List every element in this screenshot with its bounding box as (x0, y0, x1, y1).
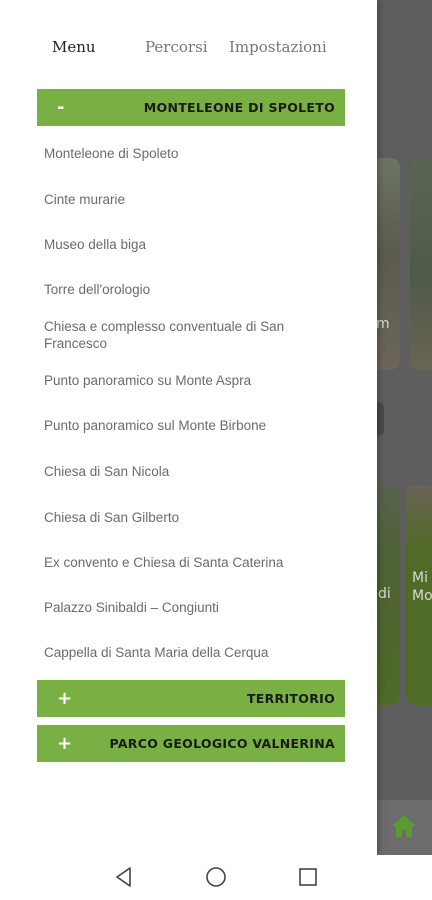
section-title: PARCO GEOLOGICO VALNERINA (109, 736, 335, 751)
background-card-text: Mo (412, 588, 432, 604)
expand-toggle: + (57, 733, 73, 754)
section-header-monteleone[interactable]: - MONTELEONE DI SPOLETO (37, 89, 345, 126)
system-navigation-bar (0, 855, 432, 900)
list-item[interactable]: Monteleone di Spoleto (44, 145, 344, 162)
background-card-text: m (376, 316, 390, 332)
background-bottom-bar (376, 800, 432, 855)
tab-menu[interactable]: Menu (52, 38, 96, 56)
home-circle-icon[interactable] (204, 865, 228, 889)
section-header-territorio[interactable]: + TERRITORIO (37, 680, 345, 717)
list-item[interactable]: Punto panoramico su Monte Aspra (44, 372, 344, 389)
navigation-drawer: Menu Percorsi Impostazioni - MONTELEONE … (0, 0, 377, 855)
list-item[interactable]: Ex convento e Chiesa di Santa Caterina (44, 554, 344, 571)
recents-square-icon[interactable] (296, 865, 320, 889)
list-item[interactable]: Punto panoramico sul Monte Birbone (44, 417, 344, 434)
drawer-tabs: Menu Percorsi Impostazioni (0, 38, 377, 60)
list-item[interactable]: Torre dell'orologio (44, 281, 344, 298)
background-card-text: Mi (412, 570, 428, 586)
list-item[interactable]: Palazzo Sinibaldi – Congiunti (44, 599, 344, 616)
background-card-text: di (378, 586, 391, 602)
section-title: MONTELEONE DI SPOLETO (143, 100, 335, 115)
list-item[interactable]: Museo della biga (44, 236, 344, 253)
back-icon[interactable] (112, 865, 136, 889)
section-title: TERRITORIO (246, 691, 335, 706)
collapse-toggle: - (57, 97, 65, 118)
list-item[interactable]: Chiesa di San Gilberto (44, 509, 344, 526)
background-card (410, 158, 432, 370)
expand-toggle: + (57, 688, 73, 709)
home-icon (392, 815, 416, 837)
list-item[interactable]: Cappella di Santa Maria della Cerqua (44, 644, 344, 661)
tab-impostazioni[interactable]: Impostazioni (229, 38, 327, 56)
tab-percorsi[interactable]: Percorsi (145, 38, 208, 56)
section-header-parco-geologico[interactable]: + PARCO GEOLOGICO VALNERINA (37, 725, 345, 762)
list-item[interactable]: Cinte murarie (44, 191, 344, 208)
list-item[interactable]: Chiesa e complesso conventuale di San Fr… (44, 318, 344, 352)
list-item[interactable]: Chiesa di San Nicola (44, 463, 344, 480)
